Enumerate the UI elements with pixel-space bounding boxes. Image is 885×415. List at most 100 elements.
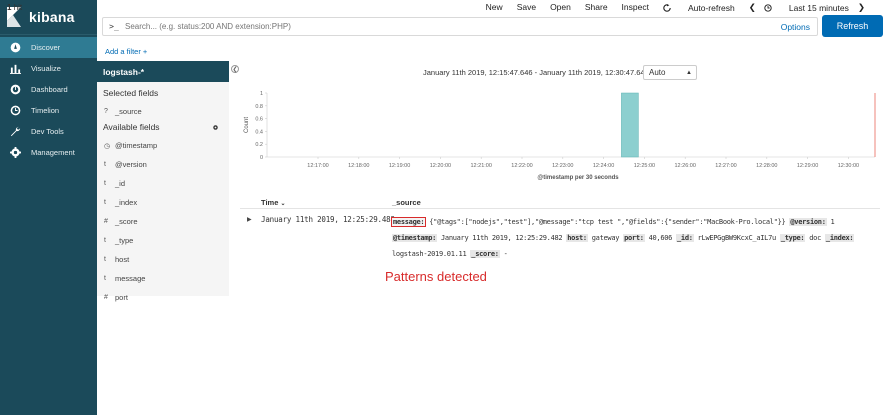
field-name: port	[115, 293, 128, 302]
open-button[interactable]: Open	[550, 2, 571, 13]
field-item-id[interactable]: t _id	[97, 174, 229, 193]
auto-refresh-button[interactable]: Auto-refresh	[663, 2, 735, 13]
source-value: {"@tags":["nodejs","test"],"@message":"t…	[429, 218, 786, 226]
field-item-score[interactable]: # _score	[97, 212, 229, 231]
field-item-type[interactable]: t _type	[97, 231, 229, 250]
source-value: January 11th 2019, 12:25:29.482	[440, 234, 563, 242]
time-range-label: Last 15 minutes	[788, 2, 849, 13]
sidebar-item-visualize[interactable]: Visualize	[0, 58, 97, 79]
inspect-button[interactable]: Inspect	[622, 2, 649, 13]
bar-chart-icon	[9, 63, 21, 75]
field-name: _source	[115, 107, 142, 116]
source-value: doc	[809, 234, 821, 242]
histogram-chart: 0 0.2 0.4 0.6 0.8 1 Count 12:17:00 12:18:00 12:19…	[240, 86, 880, 186]
sidebar-item-discover[interactable]: Discover	[0, 37, 97, 58]
selected-fields-list: ? _source	[97, 102, 229, 121]
y-tick-label: 0.6	[255, 117, 263, 123]
x-tick-label: 12:24:00	[593, 163, 614, 169]
top-menu: New Save Open Share Inspect Auto-refresh…	[472, 2, 865, 13]
field-type-icon: t	[104, 256, 106, 263]
field-item-version[interactable]: t @version	[97, 155, 229, 174]
source-key: _type:	[779, 234, 806, 242]
field-type-icon: ?	[104, 108, 108, 115]
x-tick-label: 12:28:00	[756, 163, 777, 169]
clock-icon	[764, 3, 772, 12]
y-tick-label: 0.4	[255, 129, 263, 135]
y-tick-label: 0.8	[255, 104, 263, 110]
save-button[interactable]: Save	[517, 2, 536, 13]
interval-select[interactable]: Auto ▲︎	[643, 65, 697, 80]
histogram-svg: 0 0.2 0.4 0.6 0.8 1 Count 12:17:00 12:18:00 12:19…	[244, 91, 876, 181]
sidebar-item-management[interactable]: Management	[0, 142, 97, 163]
time-prev-button[interactable]: ❮	[749, 2, 756, 13]
field-type-icon: #	[104, 294, 108, 301]
field-list-panel: logstash-* Selected fields ? _source Avai…	[97, 61, 229, 302]
y-tick-label: 0	[260, 155, 263, 161]
time-next-button[interactable]: ❯	[858, 2, 865, 13]
auto-refresh-label: Auto-refresh	[687, 2, 735, 13]
available-fields-list: ◷ @timestamp t @version t _id t _index # _score t _…	[97, 136, 229, 307]
refresh-button[interactable]: Refresh	[822, 15, 883, 37]
share-button[interactable]: Share	[585, 2, 608, 13]
search-input[interactable]	[125, 22, 781, 31]
gear-icon[interactable]	[212, 124, 219, 131]
sidebar-item-dashboard[interactable]: Dashboard	[0, 79, 97, 100]
field-type-icon: t	[104, 199, 106, 206]
collapse-sidebar-icon[interactable]: ❮	[231, 65, 239, 73]
source-value: logstash-2019.01.11	[392, 250, 467, 258]
source-key: message:	[390, 217, 427, 227]
table-divider	[240, 208, 880, 209]
sidebar-item-label: Visualize	[31, 64, 61, 73]
source-value: -	[503, 250, 508, 258]
row-time: January 11th 2019, 12:25:29.482	[261, 215, 395, 224]
column-header-time[interactable]: Time ⌄	[261, 198, 286, 207]
expand-row-icon[interactable]: ▶	[247, 216, 252, 223]
y-axis-label: Count	[244, 117, 250, 133]
sidebar-item-dev-tools[interactable]: Dev Tools	[0, 121, 97, 142]
selected-fields-title: Selected fields	[103, 88, 159, 98]
histogram-bar	[621, 92, 639, 158]
field-name: @version	[115, 160, 147, 169]
field-item-port[interactable]: # port	[97, 288, 229, 307]
field-name: _index	[115, 198, 138, 207]
source-key: _score:	[470, 250, 500, 258]
field-name: message	[115, 274, 146, 283]
x-tick-label: 12:21:00	[470, 163, 491, 169]
x-tick-label: 12:26:00	[674, 163, 695, 169]
query-prompt-icon: >_	[109, 22, 119, 31]
sidebar-item-timelion[interactable]: Timelion	[0, 100, 97, 121]
source-key: @version:	[789, 218, 827, 226]
search-bar: >_ Options	[102, 17, 818, 36]
annotation-text: Patterns detected	[385, 269, 487, 284]
hit-count-label: hit	[13, 3, 23, 12]
source-key: host:	[566, 234, 588, 242]
brand-name: kibana	[29, 9, 75, 25]
sidebar-item-label: Timelion	[31, 106, 60, 115]
index-pattern-selector[interactable]: logstash-*	[97, 61, 229, 82]
x-tick-label: 12:27:00	[715, 163, 736, 169]
field-item-source[interactable]: ? _source	[97, 102, 229, 121]
source-value: rLwEPGgBW9KcxC_aIL7u	[697, 234, 777, 242]
source-value: 1	[830, 218, 835, 226]
time-picker-button[interactable]: Last 15 minutes	[764, 2, 849, 13]
sort-icon[interactable]: ⌄	[280, 201, 285, 207]
field-type-icon: t	[104, 161, 106, 168]
source-value: gateway	[591, 234, 620, 242]
field-item-index[interactable]: t _index	[97, 193, 229, 212]
options-link[interactable]: Options	[781, 22, 817, 32]
y-tick-label: 0.2	[255, 142, 263, 148]
field-item-message[interactable]: t message	[97, 269, 229, 288]
column-header-source: _source	[392, 198, 421, 207]
row-source: message: {"@tags":["nodejs","test"],"@me…	[390, 214, 880, 262]
new-button[interactable]: New	[486, 2, 503, 13]
available-fields-label: Available fields	[103, 122, 160, 132]
dashboard-icon	[9, 84, 21, 96]
add-filter-link[interactable]: Add a filter +	[105, 47, 147, 56]
field-name: @timestamp	[115, 141, 158, 150]
field-item-host[interactable]: t host	[97, 250, 229, 269]
sidebar-item-label: Dashboard	[31, 85, 68, 94]
source-key: port:	[623, 234, 645, 242]
available-fields-title: Available fields	[97, 122, 229, 134]
field-item-timestamp[interactable]: ◷ @timestamp	[97, 136, 229, 155]
column-header-time-label: Time	[261, 198, 279, 207]
